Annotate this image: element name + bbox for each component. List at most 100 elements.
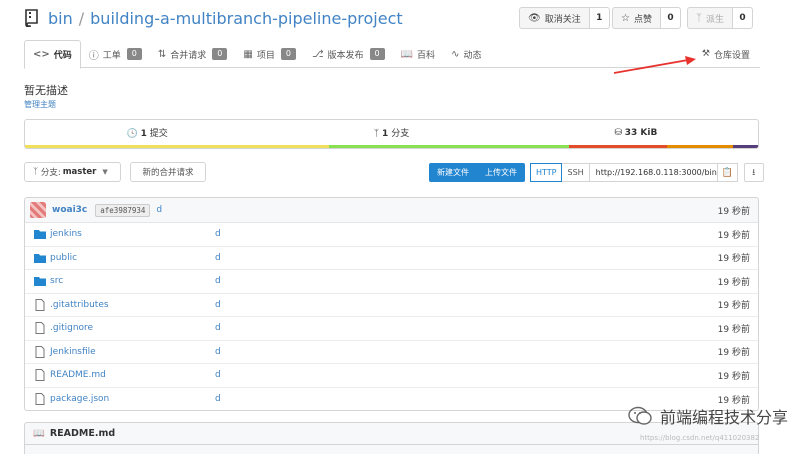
tab-pull-requests[interactable]: ⇅ 合并请求 0 <box>150 40 236 68</box>
tab-code-label: 代码 <box>53 51 72 61</box>
repo-header: bin / building-a-multibranch-pipeline-pr… <box>0 0 800 80</box>
tab-issues[interactable]: ⓘ 工单 0 <box>81 40 150 68</box>
fork-icon: ᛉ <box>696 12 702 24</box>
tab-activity[interactable]: ∿ 动态 <box>443 40 489 68</box>
upload-file-button[interactable]: 上传文件 <box>477 163 525 182</box>
tab-issues-badge: 0 <box>126 48 142 60</box>
star-group: ☆ 点赞 0 <box>612 7 681 29</box>
branch-dropdown[interactable]: ᛉ 分支: master ▼ <box>24 162 121 182</box>
tag-icon: ⎇ <box>311 48 324 60</box>
table-row: public d 19 秒前 <box>25 247 758 270</box>
file-commit-time: 19 秒前 <box>717 230 750 241</box>
file-icon <box>34 369 46 382</box>
fork-label: 派生 <box>706 14 725 25</box>
file-icon <box>34 345 46 358</box>
file-icon <box>34 322 46 335</box>
repo-size: 33 KiB <box>624 127 658 138</box>
file-commit-message-link[interactable]: d <box>215 370 221 380</box>
file-commit-message-link[interactable]: d <box>215 394 221 404</box>
table-row: README.md d 19 秒前 <box>25 364 758 388</box>
project-icon: ▦ <box>243 48 253 60</box>
caret-down-icon: ▼ <box>102 168 108 176</box>
commit-time: 19 秒前 <box>717 206 750 217</box>
language-segment[interactable] <box>568 145 668 148</box>
file-name-link[interactable]: README.md <box>50 370 106 380</box>
http-button[interactable]: HTTP <box>530 163 563 182</box>
repo-owner-link[interactable]: bin <box>48 9 73 28</box>
stars-count[interactable]: 0 <box>660 7 681 29</box>
new-file-button[interactable]: 新建文件 <box>429 163 477 182</box>
folder-icon <box>34 229 46 240</box>
tab-settings[interactable]: ⚒ 仓库设置 <box>702 40 750 68</box>
history-icon: 🕓 <box>126 129 138 139</box>
new-merge-request-button[interactable]: 新的合并请求 <box>130 162 206 182</box>
forks-count[interactable]: 0 <box>733 7 754 29</box>
branch-icon: ᛉ <box>373 129 380 139</box>
manage-topics-link[interactable]: 管理主题 <box>24 99 56 110</box>
table-row: .gitignore d 19 秒前 <box>25 317 758 341</box>
language-segment[interactable] <box>667 145 734 148</box>
tab-pull-requests-label: 合并请求 <box>170 50 207 61</box>
star-button[interactable]: ☆ 点赞 <box>612 7 661 29</box>
file-commit-time: 19 秒前 <box>717 348 750 359</box>
commit-message-link[interactable]: d <box>156 205 162 215</box>
file-name-link[interactable]: public <box>50 253 77 263</box>
file-commit-message-link[interactable]: d <box>215 323 221 333</box>
branches-stat[interactable]: ᛉ 1 分支 <box>269 126 513 139</box>
folder-icon <box>34 252 46 263</box>
file-commit-message-link[interactable]: d <box>215 229 221 239</box>
chat-bubble-icon <box>628 406 652 425</box>
latest-commit-row: woai3c afe3987934 d 19 秒前 <box>25 198 758 223</box>
file-name-link[interactable]: package.json <box>50 394 109 404</box>
file-commit-time: 19 秒前 <box>717 254 750 265</box>
ssh-button[interactable]: SSH <box>562 163 590 182</box>
branches-label: 分支 <box>391 129 410 139</box>
file-commit-message-link[interactable]: d <box>215 253 221 263</box>
size-stat: ⛁ 33 KiB <box>514 128 758 138</box>
repo-title: bin / building-a-multibranch-pipeline-pr… <box>24 8 403 28</box>
table-row: Jenkinsfile d 19 秒前 <box>25 341 758 364</box>
language-segment[interactable] <box>733 145 758 148</box>
file-actions: 新建文件 上传文件 <box>429 163 525 182</box>
tab-releases[interactable]: ⎇ 版本发布 0 <box>304 40 393 68</box>
repo-stats: 🕓 1 提交 ᛉ 1 分支 ⛁ 33 KiB <box>24 119 759 149</box>
file-icon <box>34 298 46 311</box>
repo-name-link[interactable]: building-a-multibranch-pipeline-project <box>90 9 403 28</box>
watchers-count[interactable]: 1 <box>589 7 610 29</box>
tools-icon: ⚒ <box>701 49 710 59</box>
pull-request-icon: ⇅ <box>157 48 167 60</box>
table-row: src d 19 秒前 <box>25 270 758 294</box>
table-row: jenkins d 19 秒前 <box>25 223 758 247</box>
file-name-link[interactable]: jenkins <box>50 229 82 239</box>
commits-stat[interactable]: 🕓 1 提交 <box>25 126 269 139</box>
unwatch-button[interactable]: 👁 取消关注 <box>519 7 590 29</box>
file-commit-time: 19 秒前 <box>717 324 750 335</box>
tab-wiki[interactable]: 📖 百科 <box>393 40 443 68</box>
file-name-link[interactable]: .gitattributes <box>50 300 109 310</box>
tab-projects-badge: 0 <box>280 48 296 60</box>
file-commit-message-link[interactable]: d <box>215 276 221 286</box>
file-commit-message-link[interactable]: d <box>215 300 221 310</box>
clone-url-input[interactable]: http://192.168.0.118:3000/bin/ <box>589 163 718 182</box>
language-bar[interactable] <box>25 145 758 148</box>
issue-icon: ⓘ <box>88 50 99 62</box>
repo-tabs: <> 代码 ⓘ 工单 0 ⇅ 合并请求 0 ▦ 项目 0 ⎇ 版本发布 0 📖 … <box>24 40 760 69</box>
language-segment[interactable] <box>25 145 330 148</box>
file-name-link[interactable]: .gitignore <box>50 323 93 333</box>
copy-icon[interactable]: 📋 <box>717 163 738 182</box>
watermark-text: 前端编程技术分享 <box>659 408 788 427</box>
pulse-icon: ∿ <box>451 48 460 60</box>
fork-button[interactable]: ᛉ 派生 <box>687 7 734 29</box>
avatar[interactable] <box>30 202 46 218</box>
file-name-link[interactable]: Jenkinsfile <box>50 347 96 357</box>
file-commit-message-link[interactable]: d <box>215 347 221 357</box>
commit-sha-button[interactable]: afe3987934 <box>95 203 151 217</box>
star-icon: ☆ <box>621 12 630 24</box>
file-name-link[interactable]: src <box>50 276 63 286</box>
file-commit-time: 19 秒前 <box>717 371 750 382</box>
download-icon[interactable]: ⭳ <box>743 163 764 182</box>
tab-projects[interactable]: ▦ 项目 0 <box>235 40 304 68</box>
language-segment[interactable] <box>329 145 569 148</box>
commit-author-link[interactable]: woai3c <box>52 205 87 215</box>
tab-code[interactable]: <> 代码 <box>24 40 81 69</box>
